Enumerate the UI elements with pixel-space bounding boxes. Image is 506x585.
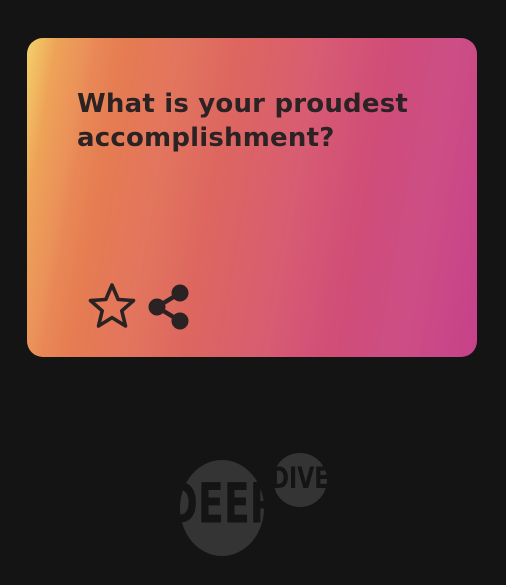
share-icon [148,284,189,330]
favorite-button[interactable] [87,282,137,332]
deep-dive-logo: DEEP DIVE [175,453,329,556]
star-outline-icon [88,283,136,328]
question-text: What is your proudest accomplishment? [77,89,409,153]
card-actions [87,282,195,332]
question-card[interactable]: What is your proudest accomplishment? [27,38,477,357]
logo-word-dive: DIVE [271,462,329,496]
share-button[interactable] [145,282,195,332]
logo-word-deep: DEEP [175,472,278,536]
